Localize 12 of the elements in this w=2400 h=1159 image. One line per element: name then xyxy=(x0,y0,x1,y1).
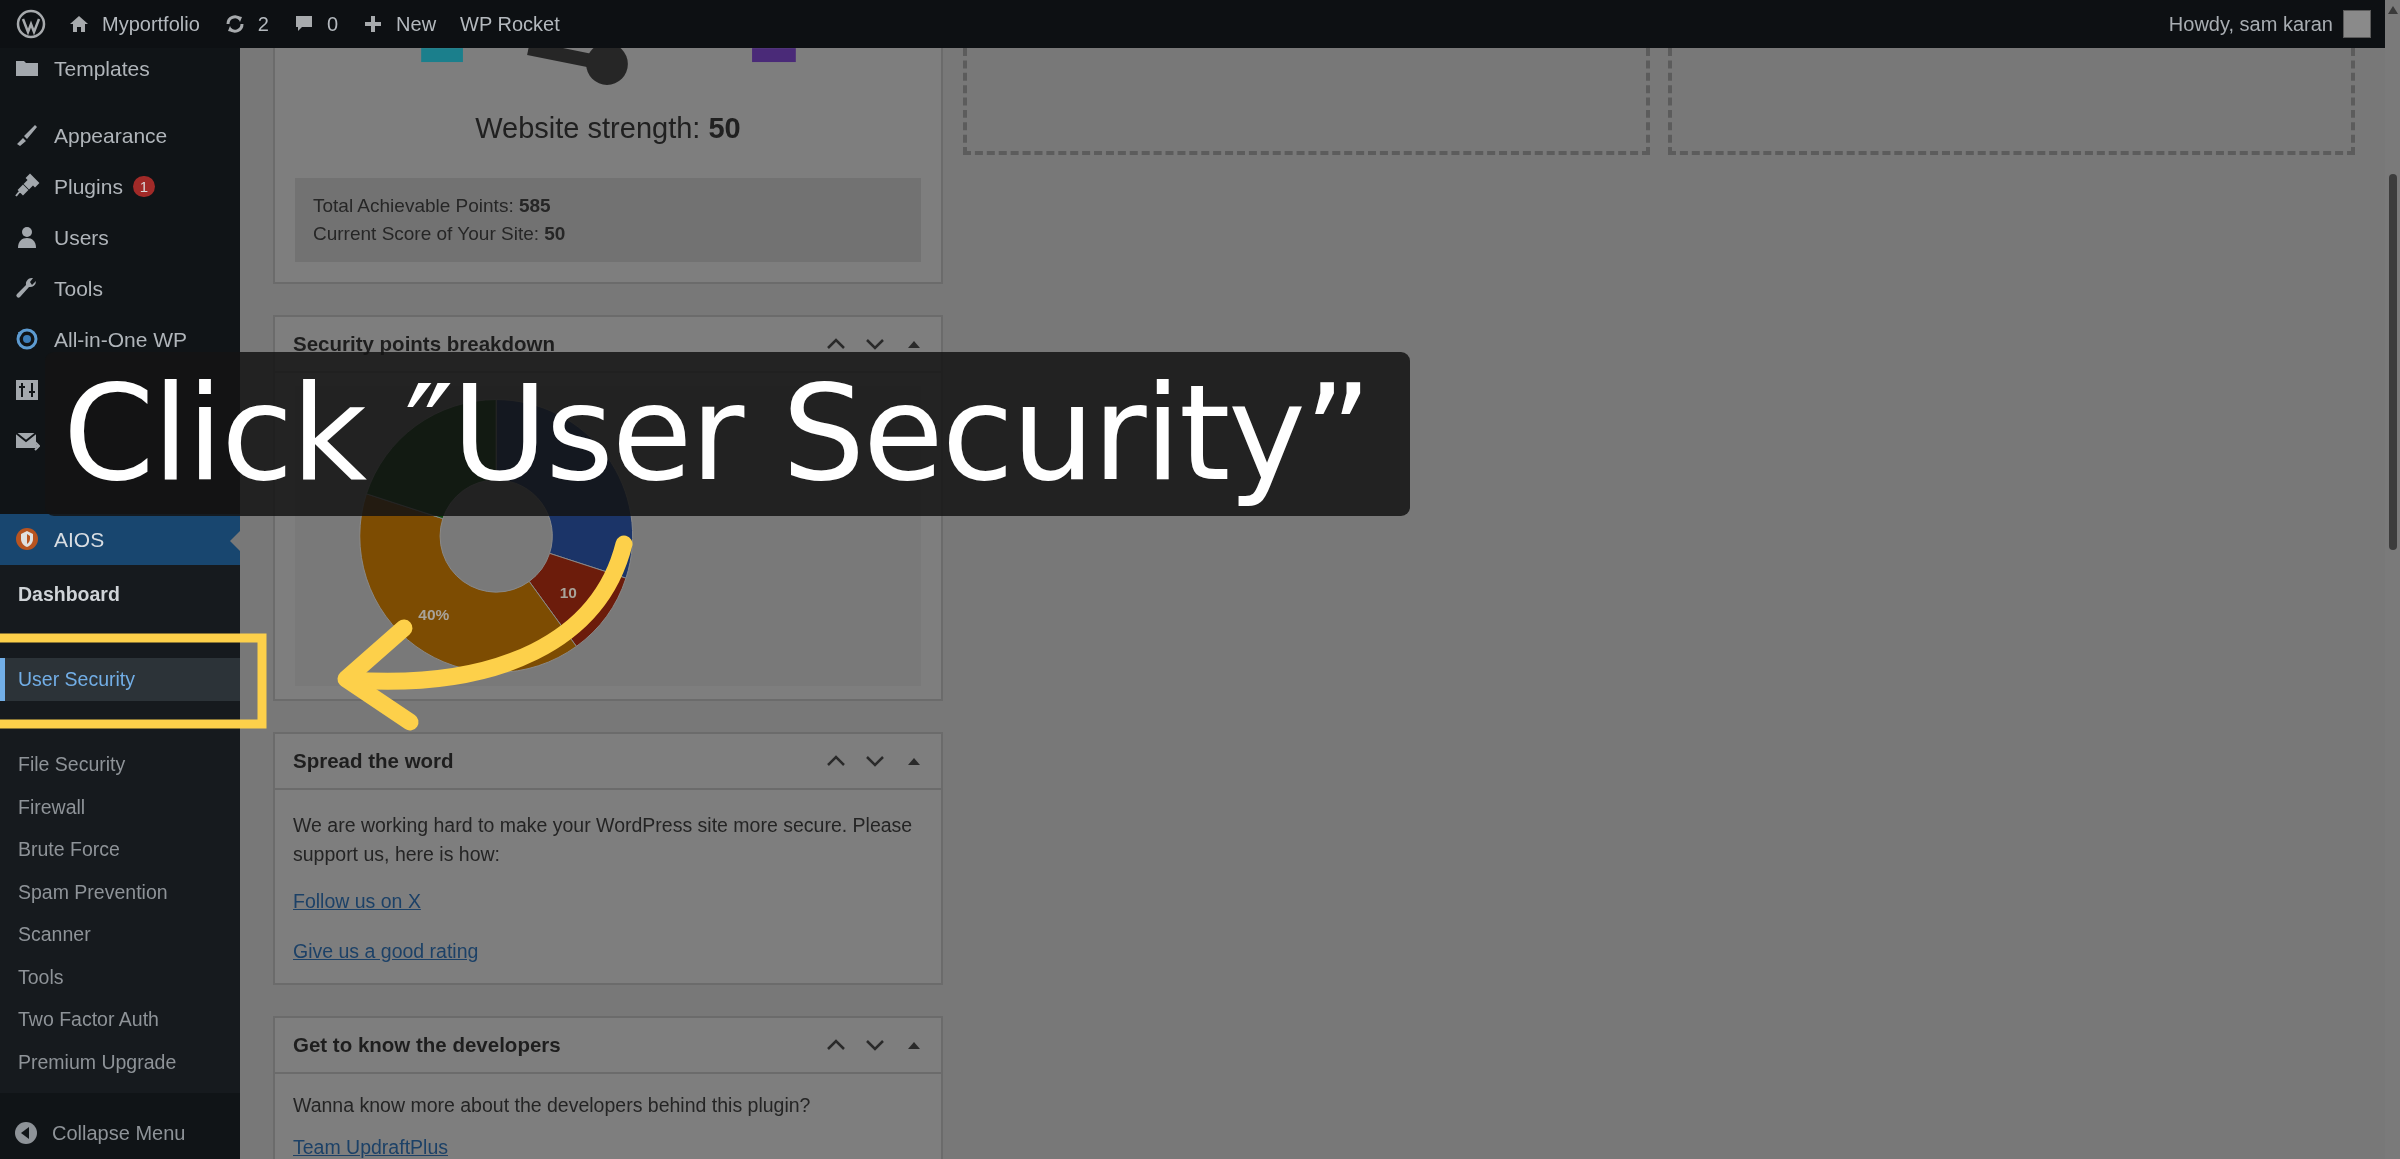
card-title: Security points breakdown xyxy=(293,332,556,356)
callout-text: Click ″User Security” xyxy=(63,364,1370,504)
description-text: We are working hard to make your WordPress site more secure. Please support us, here is how: xyxy=(293,813,914,867)
count-badge: 1 xyxy=(132,176,155,197)
strength-score: Website strength: 50 xyxy=(474,111,742,146)
slice-label: 10 xyxy=(559,584,577,602)
card-title: Get to know the developers xyxy=(293,1033,562,1057)
score-text: Total Achievable Points: 585 xyxy=(313,194,552,218)
score-text: Current Score of Your Site: 50 xyxy=(313,222,567,246)
card-title: Spread the word xyxy=(293,749,455,773)
slice-label: 40% xyxy=(418,605,450,623)
description-text: Wanna know more about the developers behind this plugin? xyxy=(293,1093,812,1118)
